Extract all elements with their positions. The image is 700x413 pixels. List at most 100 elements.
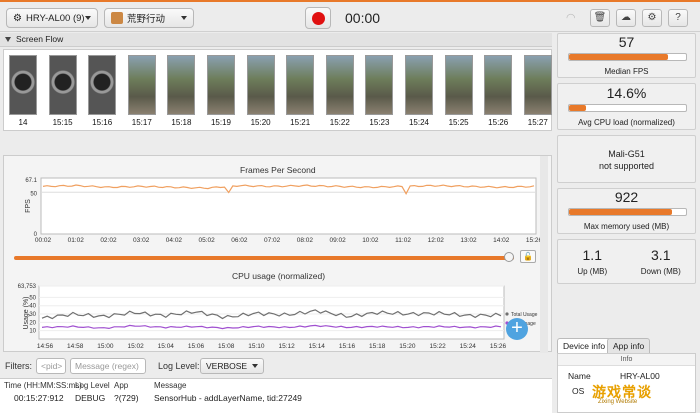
screen-timestamp: 15:19 [210, 118, 232, 127]
log-level-select[interactable]: VERBOSE [200, 358, 264, 374]
chevron-down-icon [85, 16, 91, 20]
screen-thumbnail[interactable] [523, 55, 552, 115]
cpu-xtick-label: 15:00 [97, 343, 114, 350]
name-label: Name [568, 371, 591, 381]
median-fps-value: 57 [618, 34, 635, 50]
down-value: 3.1 [651, 247, 671, 263]
screen-thumbnail[interactable] [286, 55, 315, 115]
watermark-subtitle: Zixing Website [598, 399, 638, 405]
cpu-load-label: Avg CPU load (normalized) [578, 118, 675, 127]
down-label: Down (MB) [640, 267, 681, 276]
screen-thumbnail[interactable] [405, 55, 433, 115]
cloud-download-icon: ☁ [621, 12, 631, 23]
screen-thumbnail[interactable] [325, 55, 354, 115]
device-select[interactable]: ⚙ HRY-AL00 (9) [6, 8, 98, 28]
cpu-ytick-label: 63,753 [18, 284, 37, 290]
fps-ytick-label: 67.1 [25, 178, 37, 184]
screen-thumbnail[interactable] [127, 55, 156, 115]
toolbar: ⚙ HRY-AL00 (9) 荒野行动 00:00 ◠ 🗑 ☁ ⚙ ? [0, 0, 700, 32]
charts-svg: 67.1500FPS00:02 01:02 02:02 03:02 04:02 05:02… [18, 177, 543, 350]
add-marker-button[interactable]: + [506, 318, 528, 340]
screen-timestamp: 15:26 [488, 118, 509, 127]
screen-thumbnail[interactable] [167, 55, 196, 115]
pid-input[interactable]: <pid> [36, 358, 66, 374]
cpu-ytick-label: 40 [29, 304, 36, 310]
collapse-triangle-icon [5, 37, 11, 42]
fps-ytick-label: 50 [30, 191, 37, 197]
cpu-ytick-label: 30 [29, 312, 36, 318]
gpu-name: Mali-G51 [608, 149, 645, 159]
log-header-message: Message [154, 381, 187, 390]
log-cell-app: ?(729) [114, 393, 139, 403]
cpu-ytick-label: 10 [29, 329, 36, 335]
fps-xtick-label: 09:02 [329, 237, 346, 244]
screen-thumbnail[interactable] [484, 55, 513, 115]
help-icon: ? [675, 12, 681, 23]
screen-thumbnail[interactable] [9, 55, 37, 115]
screen-timestamp: 15:18 [171, 118, 192, 127]
timeline-slider-knob[interactable] [504, 252, 514, 262]
screen-timestamp: 15:22 [329, 118, 350, 127]
lock-button[interactable]: 🔓 [520, 250, 536, 263]
screen-thumbnail[interactable] [365, 55, 394, 115]
fps-ylabel: FPS [25, 199, 32, 213]
screen-flow-header[interactable]: Screen Flow [0, 33, 552, 47]
fps-xtick-label: 13:02 [460, 237, 477, 244]
cpu-xtick-label: 14:56 [37, 343, 54, 350]
app-icon [111, 12, 123, 24]
record-icon [312, 12, 325, 25]
screen-timestamp: 15:27 [527, 118, 548, 127]
median-fps-bar [568, 53, 687, 61]
record-button[interactable] [305, 7, 331, 29]
info-header: Info [558, 354, 695, 366]
screen-timestamp: 15:23 [369, 118, 390, 127]
screen-thumbnail[interactable] [48, 55, 77, 115]
screen-thumbnail[interactable] [88, 55, 117, 115]
screen-timestamp: 15:16 [92, 118, 113, 127]
log-table[interactable]: Time (HH:MM:SS:ms) Log Level App Message… [0, 378, 552, 413]
screen-flow-title: Screen Flow [16, 34, 64, 44]
screen-flow-strip[interactable]: 14 15:15 15:16 15:17 15:18 15:19 15:20 15:21 15:… [3, 49, 552, 131]
cpu-xtick-label: 15:02 [127, 343, 144, 350]
fps-xtick-label: 01:02 [68, 237, 85, 244]
cpu-load-card: 14.6% Avg CPU load (normalized) [557, 83, 696, 130]
max-memory-card: 922 Max memory used (MB) [557, 188, 696, 234]
delete-button[interactable]: 🗑 [590, 9, 610, 27]
tab-app-info[interactable]: App info [607, 338, 651, 354]
cpu-xtick-label: 15:20 [399, 343, 416, 350]
filters-label: Filters: [5, 361, 32, 371]
cpu-load-bar-fill [569, 105, 587, 111]
max-memory-label: Max memory used (MB) [583, 222, 670, 231]
app-select[interactable]: 荒野行动 [104, 8, 194, 28]
max-memory-bar [568, 208, 687, 216]
cpu-xtick-label: 15:24 [460, 343, 477, 350]
screen-thumbnail[interactable] [444, 55, 473, 115]
cpu-ytick-label: 20 [29, 320, 36, 326]
info-tabs: Device info App info [557, 338, 696, 354]
charts-panel: Frames Per Second CPU usage (normalized)… [3, 155, 552, 353]
timeline-slider-track[interactable] [14, 256, 514, 260]
message-regex-input[interactable]: Message (regex) [70, 358, 146, 374]
tab-device-info[interactable]: Device info [557, 338, 612, 354]
download-button[interactable]: ☁ [616, 9, 636, 27]
cpu-xtick-label: 15:08 [218, 343, 235, 350]
cpu-xtick-label: 15:18 [369, 343, 386, 350]
settings-button[interactable]: ⚙ [642, 9, 662, 27]
fps-xtick-label: 14:02 [493, 237, 510, 244]
fps-xtick-label: 07:02 [264, 237, 281, 244]
gpu-status: not supported [598, 161, 655, 171]
os-label: OS [572, 386, 585, 396]
fps-xtick-label: 12:02 [428, 237, 445, 244]
screen-timestamp: 15:15 [52, 118, 73, 127]
wifi-icon[interactable]: ◠ [566, 11, 576, 24]
screen-thumbnail[interactable] [207, 55, 235, 115]
device-select-label: HRY-AL00 (9) [25, 12, 85, 24]
max-memory-bar-fill [569, 209, 672, 215]
help-button[interactable]: ? [668, 9, 688, 27]
charts-scrollbar[interactable] [540, 156, 548, 353]
cpu-ylabel: Usage (%) [23, 296, 30, 329]
log-level-label: Log Level: [158, 361, 200, 371]
screen-thumbnail[interactable] [246, 55, 275, 115]
fps-xtick-label: 03:02 [133, 237, 150, 244]
log-header-app: App [114, 381, 129, 390]
